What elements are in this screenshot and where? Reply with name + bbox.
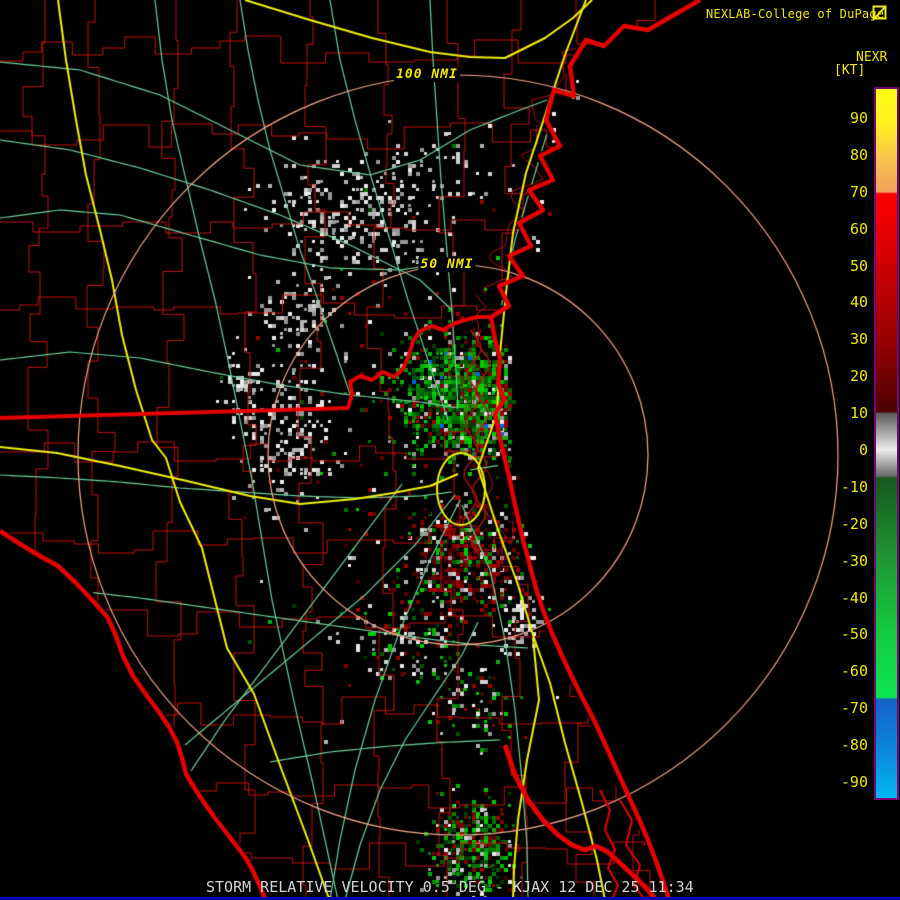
colorbar-tick-label: 70 <box>849 182 868 201</box>
colorbar-tick-label: -30 <box>840 551 868 570</box>
colorbar-tick-label: -20 <box>840 514 868 533</box>
colorbar-tick-label: 0 <box>858 441 868 459</box>
colorbar-tick-label: 80 <box>849 145 868 164</box>
colorbar-tick-label: -40 <box>840 588 868 607</box>
colorbar-tick-label: 20 <box>849 367 868 386</box>
colorbar-tick-label: -50 <box>840 625 868 644</box>
colorbar-tick-label: 60 <box>849 219 868 238</box>
colorbar-tick-label: 10 <box>849 404 868 423</box>
colorbar-tick-label: 40 <box>849 293 868 312</box>
attribution-text: NEXLAB-College of DuPage <box>706 7 885 21</box>
colorbar-tick-label: -80 <box>840 736 868 755</box>
radar-map-canvas <box>0 0 900 900</box>
colorbar-tick-label: -90 <box>840 773 868 792</box>
range-ring-label: 100 NMI <box>394 67 460 83</box>
range-ring-label: 50 NMI <box>418 257 476 273</box>
radar-display: NEXLAB-College of DuPage NEXR [KT] 90 80 7… <box>0 0 900 900</box>
velocity-colorbar <box>874 87 899 800</box>
nexlab-logo-icon <box>872 5 887 20</box>
colorbar-tick-label: -70 <box>840 699 868 718</box>
colorbar-tick-label: 50 <box>849 256 868 275</box>
units-label: [KT] <box>834 63 866 78</box>
colorbar-tick-label: -10 <box>840 477 868 496</box>
colorbar-tick-label: -60 <box>840 662 868 681</box>
product-title: STORM RELATIVE VELOCITY 0.5 DEG - KJAX 1… <box>206 878 694 896</box>
colorbar-tick-label: 90 <box>849 109 868 127</box>
colorbar-tick-label: 30 <box>849 330 868 349</box>
